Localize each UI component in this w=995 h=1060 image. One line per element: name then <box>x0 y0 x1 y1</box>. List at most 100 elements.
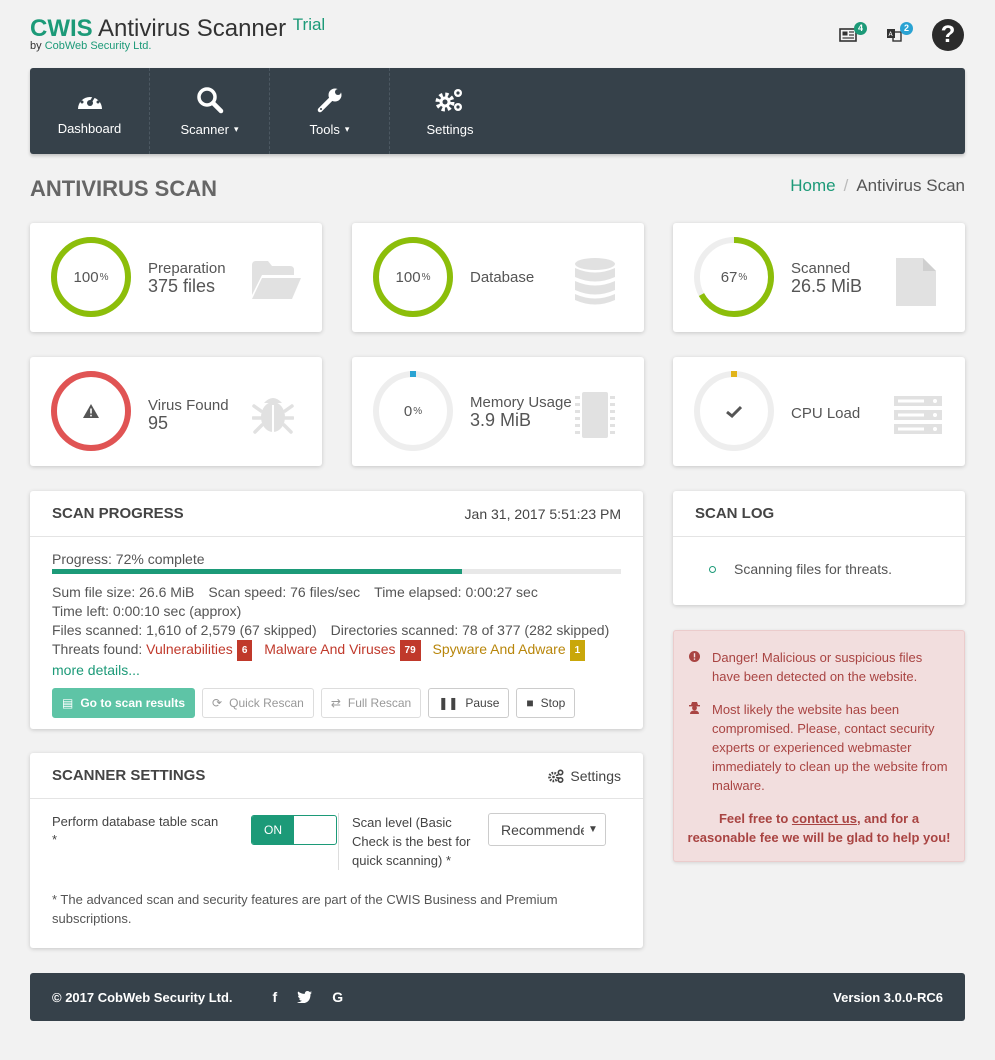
brand-product: Antivirus Scanner <box>98 15 287 42</box>
scan-timestamp: Jan 31, 2017 5:51:23 PM <box>464 505 621 522</box>
news-badge: 4 <box>854 22 867 35</box>
folder-open-icon <box>252 261 301 299</box>
scan-stats-line-3: Files scanned: 1,610 of 2,579 (67 skippe… <box>52 621 621 640</box>
spyware-count-badge: 1 <box>569 640 586 661</box>
sum-file-size: Sum file size: 26.6 MiB <box>52 584 195 600</box>
pause-button[interactable]: ❚❚ Pause <box>428 688 510 718</box>
settings-row: Perform database table scan * ON Scan le… <box>30 799 643 870</box>
scan-speed: Scan speed: 76 files/sec <box>208 584 361 600</box>
virus-value: 95 <box>148 413 169 433</box>
scanner-settings-link[interactable]: Settings <box>548 768 621 784</box>
database-label: Database <box>470 269 535 286</box>
percent-sign: % <box>421 271 431 283</box>
threat-malware-link[interactable]: Malware And Viruses <box>264 641 395 657</box>
virus-label: Virus Found <box>148 397 229 414</box>
pause-icon: ❚❚ <box>438 696 459 710</box>
progress-text: Progress: 72% complete <box>52 551 205 567</box>
full-rescan-button[interactable]: ⇄ Full Rescan <box>320 688 422 718</box>
scan-progress-body: Progress: 72% complete Sum file size: 26… <box>30 537 643 734</box>
database-percent: 100% <box>372 236 454 318</box>
user-secret-icon <box>689 700 712 795</box>
scanned-percent-value: 67 <box>720 268 738 286</box>
nav-scanner[interactable]: Scanner ▾ <box>150 68 270 154</box>
nav-settings[interactable]: Settings <box>390 68 510 154</box>
brand-company: CobWeb Security Ltd. <box>44 40 152 52</box>
db-scan-asterisk: * <box>52 832 58 847</box>
scan-level-asterisk: * <box>445 853 452 868</box>
wrench-icon <box>317 88 341 112</box>
scan-actions: ▤ Go to scan results ⟳ Quick Rescan ⇄ Full … <box>52 688 621 718</box>
language-button[interactable]: A 2 <box>879 20 913 50</box>
search-icon <box>196 86 223 113</box>
breadcrumb-separator: / <box>843 176 849 195</box>
nav-tools[interactable]: Tools ▾ <box>270 68 390 154</box>
social-links: f G <box>253 989 344 1005</box>
gears-icon <box>435 88 462 111</box>
go-to-results-label: Go to scan results <box>80 696 186 710</box>
scanner-settings-link-label: Settings <box>570 767 621 784</box>
memory-percent: 0% <box>372 370 454 452</box>
progress-bar <box>52 569 621 574</box>
log-entry-text: Scanning files for threats. <box>734 561 892 577</box>
database-percent-value: 100 <box>395 268 421 286</box>
breadcrumb-home-link[interactable]: Home <box>790 176 835 195</box>
toggle-on-label: ON <box>252 816 294 844</box>
stat-card-memory: 0% Memory Usage 3.9 MiB <box>352 357 644 466</box>
language-badge: 2 <box>900 22 913 35</box>
twitter-icon[interactable] <box>297 989 313 1005</box>
brand: CWIS Antivirus Scanner Trial by CobWeb S… <box>30 14 325 52</box>
preparation-percent-value: 100 <box>73 268 99 286</box>
files-scanned: Files scanned: 1,610 of 2,579 (67 skippe… <box>52 622 317 638</box>
scan-level-label: Scan level (Basic Check is the best for … <box>352 815 471 868</box>
stat-card-database: 100% Database <box>352 223 644 332</box>
help-button[interactable]: ? <box>931 18 965 52</box>
settings-footnote: * The advanced scan and security feature… <box>52 892 558 926</box>
scanner-settings-header: SCANNER SETTINGS Settings <box>30 753 643 799</box>
danger-line-1: Danger! Malicious or suspicious files ha… <box>689 648 951 686</box>
threats-label: Threats found: <box>52 641 143 657</box>
rescan-icon: ⇄ <box>330 696 341 710</box>
scanned-percent: 67% <box>693 236 775 318</box>
facebook-icon[interactable]: f <box>273 989 278 1005</box>
nav-settings-label: Settings <box>426 121 474 137</box>
stop-icon: ■ <box>526 696 534 710</box>
warning-icon <box>83 404 99 418</box>
preparation-label: Preparation <box>148 260 226 277</box>
preparation-percent: 100% <box>50 236 132 318</box>
contact-us-link[interactable]: contact us <box>792 811 857 826</box>
full-rescan-label: Full Rescan <box>347 696 412 710</box>
scan-stats-line-1: Sum file size: 26.6 MiB Scan speed: 76 fi… <box>52 583 621 602</box>
danger-alert: Danger! Malicious or suspicious files ha… <box>673 630 965 862</box>
scanned-value: 26.5 MiB <box>791 276 863 296</box>
directories-scanned: Directories scanned: 78 of 377 (282 skip… <box>330 622 610 638</box>
file-icon <box>896 258 936 306</box>
threats-line: Threats found: Vulnerabilities 6 Malware … <box>52 640 621 661</box>
preparation-value: 375 files <box>148 276 216 296</box>
time-elapsed: Time elapsed: 0:00:27 sec <box>374 584 538 600</box>
scan-progress-title: SCAN PROGRESS <box>52 505 184 522</box>
db-scan-toggle-wrap: ON <box>251 813 351 870</box>
more-details-link[interactable]: more details... <box>52 661 621 680</box>
google-icon[interactable]: G <box>332 989 343 1005</box>
copyright: © 2017 CobWeb Security Ltd. <box>52 989 233 1005</box>
pause-label: Pause <box>465 696 500 710</box>
db-scan-toggle[interactable]: ON <box>251 815 337 845</box>
quick-rescan-button[interactable]: ⟳ Quick Rescan <box>202 688 314 718</box>
nav-dashboard[interactable]: Dashboard <box>30 68 150 154</box>
server-icon <box>894 396 942 434</box>
threat-spyware-link[interactable]: Spyware And Adware <box>433 641 566 657</box>
danger-text-1: Danger! Malicious or suspicious files ha… <box>712 650 923 684</box>
news-button[interactable]: 4 <box>833 20 867 50</box>
stop-button[interactable]: ■ Stop <box>516 688 576 718</box>
brand-edition: Trial <box>292 15 326 34</box>
bug-icon <box>252 398 294 434</box>
footer: © 2017 CobWeb Security Ltd. f G Version … <box>30 973 965 1021</box>
scan-log-panel: SCAN LOG Scanning files for threats. <box>673 491 965 605</box>
scan-log-title: SCAN LOG <box>695 505 775 522</box>
refresh-icon: ⟳ <box>212 696 223 710</box>
threat-vulnerabilities-link[interactable]: Vulnerabilities <box>146 641 233 657</box>
nav-tools-label: Tools <box>309 121 340 137</box>
scan-level-select[interactable]: Recommended ▼ <box>488 813 606 846</box>
go-to-results-button[interactable]: ▤ Go to scan results <box>52 688 196 718</box>
toggle-off-area <box>294 816 336 844</box>
